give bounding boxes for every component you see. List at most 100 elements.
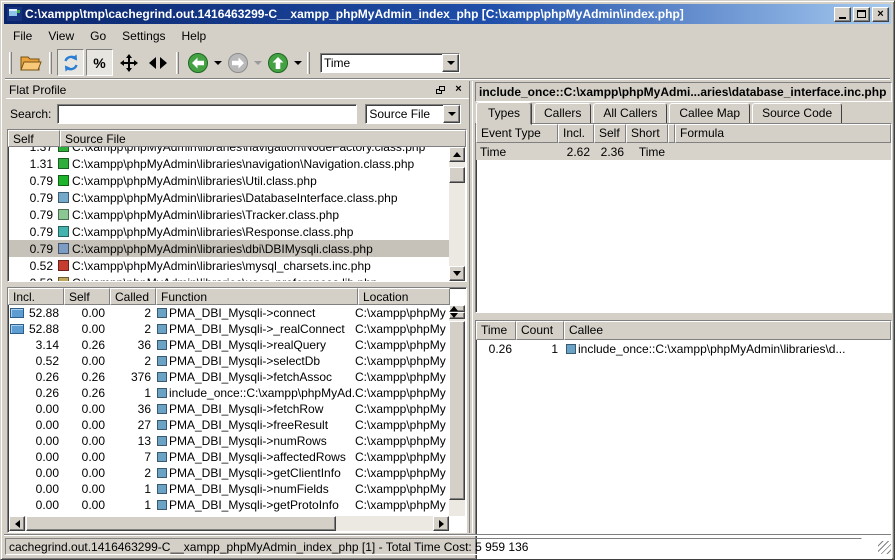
file-self: 0.79 — [9, 191, 53, 205]
menu-file[interactable]: File — [5, 27, 40, 45]
scroll-up-button[interactable] — [449, 147, 465, 162]
function-row[interactable]: 0.00 0.00 36 PMA_DBI_Mysqli->fetchRow C:… — [9, 401, 449, 417]
event-type-row-selected[interactable]: Time 2.62 2.36 Time — [476, 143, 891, 160]
file-row[interactable]: 0.79 C:\xampp\phpMyAdmin\libraries\Track… — [9, 206, 449, 223]
function-row[interactable]: 0.52 0.00 2 PMA_DBI_Mysqli->selectDb C:\… — [9, 353, 449, 369]
tab-callers[interactable]: Callers — [534, 103, 591, 124]
function-table-vertical-scrollbar[interactable] — [449, 305, 465, 516]
maximize-button[interactable] — [853, 7, 870, 22]
function-row[interactable]: 3.14 0.26 36 PMA_DBI_Mysqli->realQuery C… — [9, 337, 449, 353]
function-row[interactable]: 0.00 0.00 1 PMA_DBI_Mysqli->getProtoInfo… — [9, 497, 449, 513]
search-input[interactable] — [57, 104, 357, 124]
column-header-location[interactable]: Location — [358, 288, 450, 305]
group-by-value: Source File — [366, 105, 443, 123]
menu-settings[interactable]: Settings — [114, 27, 173, 45]
minimize-button[interactable] — [834, 7, 851, 22]
menu-help[interactable]: Help — [174, 27, 215, 45]
scrollbar-thumb[interactable] — [449, 167, 465, 183]
column-header-function[interactable]: Function — [156, 288, 358, 305]
column-header-time[interactable]: Time — [476, 321, 516, 340]
column-header-called[interactable]: Called — [110, 288, 156, 305]
cycle-groups-button[interactable] — [57, 49, 84, 76]
event-type-combobox[interactable]: Time — [320, 53, 460, 73]
up-dropdown[interactable] — [292, 49, 303, 76]
scroll-left-button[interactable] — [9, 516, 25, 531]
shorten-templates-button[interactable] — [144, 49, 171, 76]
function-icon — [157, 420, 167, 430]
file-row[interactable]: 0.79 C:\xampp\phpMyAdmin\libraries\Respo… — [9, 223, 449, 240]
dock-title-bar[interactable]: Flat Profile × — [6, 81, 469, 99]
function-row[interactable]: 0.00 0.00 2 PMA_DBI_Mysqli->getClientInf… — [9, 465, 449, 481]
function-row[interactable]: 0.00 0.00 13 PMA_DBI_Mysqli->numRows C:\… — [9, 433, 449, 449]
function-row[interactable]: 0.00 0.00 7 PMA_DBI_Mysqli->affectedRows… — [9, 449, 449, 465]
column-header-short[interactable]: Short — [626, 124, 668, 143]
up-button[interactable] — [264, 49, 291, 76]
self-value: 0.00 — [61, 482, 107, 496]
file-row[interactable]: 1.31 C:\xampp\phpMyAdmin\libraries\navig… — [9, 155, 449, 172]
column-header-self[interactable]: Self — [8, 130, 60, 147]
file-row[interactable]: 0.52 C:\xampp\phpMyAdmin\libraries\mysql… — [9, 257, 449, 274]
toolbar-handle[interactable] — [307, 52, 310, 74]
forward-dropdown[interactable] — [252, 49, 263, 76]
column-header-self[interactable]: Self — [64, 288, 110, 305]
column-header-count[interactable]: Count — [516, 321, 564, 340]
file-list-vertical-scrollbar[interactable] — [449, 147, 465, 281]
column-header-event-type[interactable]: Event Type — [476, 124, 558, 143]
location-value: C:\xampp\phpMy — [355, 434, 449, 448]
file-self: 0.52 — [9, 259, 53, 273]
scroll-up-button[interactable] — [449, 305, 465, 312]
function-row[interactable]: 52.88 0.00 2 PMA_DBI_Mysqli->connect C:\… — [9, 305, 449, 321]
expand-areas-button[interactable] — [115, 49, 142, 76]
open-file-button[interactable] — [17, 49, 44, 76]
file-row[interactable]: 1.37 C:\xampp\phpMyAdmin\libraries\navig… — [9, 147, 449, 155]
file-row-selected[interactable]: 0.79 C:\xampp\phpMyAdmin\libraries\dbi\D… — [9, 240, 449, 257]
column-header-incl[interactable]: Incl. — [558, 124, 594, 143]
back-button[interactable] — [184, 49, 211, 76]
function-row[interactable]: 0.26 0.26 1 include_once::C:\xampp\phpMy… — [9, 385, 449, 401]
combo-dropdown-button[interactable] — [443, 105, 460, 123]
menu-view[interactable]: View — [40, 27, 82, 45]
file-row[interactable]: 0.52 C:\xampp\phpMyAdmin\libraries\user_… — [9, 274, 449, 281]
menu-go[interactable]: Go — [82, 27, 114, 45]
file-row[interactable]: 0.79 C:\xampp\phpMyAdmin\libraries\Datab… — [9, 189, 449, 206]
close-button[interactable]: × — [872, 7, 889, 22]
tab-types[interactable]: Types — [476, 102, 532, 125]
function-row[interactable]: 0.00 0.00 1 PMA_DBI_Mysqli->numFields C:… — [9, 481, 449, 497]
back-dropdown[interactable] — [212, 49, 223, 76]
tab-source-code[interactable]: Source Code — [752, 103, 842, 124]
panel-splitter[interactable] — [469, 81, 473, 533]
incl-value: 52.88 — [29, 322, 59, 336]
file-row[interactable]: 0.79 C:\xampp\phpMyAdmin\libraries\Util.… — [9, 172, 449, 189]
function-row[interactable]: 0.00 0.00 27 PMA_DBI_Mysqli->freeResult … — [9, 417, 449, 433]
scroll-right-button[interactable] — [433, 516, 449, 531]
column-header-callee[interactable]: Callee — [564, 321, 891, 340]
tab-callee-map[interactable]: Callee Map — [669, 103, 750, 124]
scroll-down-button[interactable] — [449, 266, 465, 281]
toolbar-handle[interactable] — [49, 52, 52, 74]
scrollbar-thumb[interactable] — [449, 321, 465, 500]
toolbar-handle[interactable] — [9, 52, 12, 74]
column-header-source-file[interactable]: Source File — [60, 130, 466, 147]
column-header-self[interactable]: Self — [594, 124, 626, 143]
dock-close-button[interactable]: × — [451, 83, 466, 97]
relative-percent-button[interactable]: % — [86, 49, 113, 76]
combo-dropdown-button[interactable] — [442, 54, 459, 72]
function-name: PMA_DBI_Mysqli->freeResult — [169, 418, 328, 432]
scroll-down-button[interactable] — [449, 312, 465, 319]
column-header-incl[interactable]: Incl. — [8, 288, 64, 305]
menu-bar: File View Go Settings Help — [5, 26, 890, 45]
tab-all-callers[interactable]: All Callers — [593, 103, 667, 124]
function-row[interactable]: 0.26 0.26 376 PMA_DBI_Mysqli->fetchAssoc… — [9, 369, 449, 385]
toolbar-handle[interactable] — [176, 52, 179, 74]
splitter-handle[interactable] — [475, 313, 892, 320]
scrollbar-thumb[interactable] — [26, 516, 336, 531]
forward-button[interactable] — [224, 49, 251, 76]
dock-float-button[interactable] — [433, 83, 448, 97]
resize-grip[interactable] — [878, 541, 891, 554]
group-by-combobox[interactable]: Source File — [365, 104, 461, 124]
column-header-formula[interactable]: Formula — [675, 124, 891, 143]
file-self: 0.79 — [9, 225, 53, 239]
function-table-horizontal-scrollbar[interactable] — [9, 516, 449, 531]
callee-row[interactable]: 0.26 1 include_once::C:\xampp\phpMyAdmin… — [476, 340, 891, 357]
function-row[interactable]: 52.88 0.00 2 PMA_DBI_Mysqli->_realConnec… — [9, 321, 449, 337]
